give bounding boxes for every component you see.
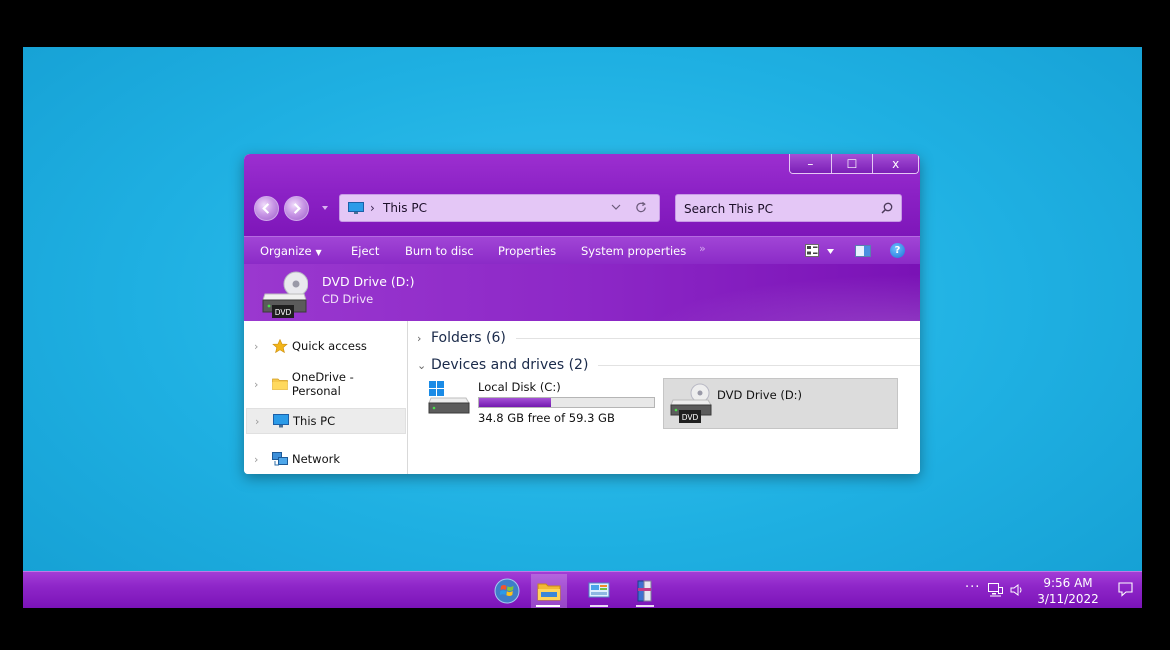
breadcrumb-this-pc[interactable]: This PC [383,201,427,215]
change-view-icon[interactable] [805,244,819,257]
recent-locations-chevron-down-icon[interactable] [321,204,329,212]
running-indicator [590,605,608,607]
eject-button[interactable]: Eject [351,244,379,258]
details-item-name: DVD Drive (D:) [322,274,415,289]
network-status-icon[interactable] [988,583,1003,597]
expand-chevron-icon[interactable]: › [254,453,268,466]
command-bar: Organize ▼ Eject Burn to disc Properties … [244,236,920,264]
computer-icon [348,202,364,214]
dvd-drive-icon: DVD [670,383,712,423]
details-item-type: CD Drive [322,292,374,306]
svg-text:DVD: DVD [682,413,699,422]
navigation-pane: › Quick access › OneDrive - Personal › T… [244,321,408,474]
nav-item-this-pc[interactable]: › This PC [246,408,406,434]
collapsed-chevron-icon[interactable]: › [417,332,431,345]
running-indicator [536,605,560,607]
taskbar: ··· 9:56 AM 3/11/2022 [23,571,1142,608]
nav-label-this-pc: This PC [293,414,336,428]
expand-chevron-icon[interactable]: › [255,415,269,428]
network-icon [272,452,288,466]
taskbar-winrar[interactable] [627,574,663,608]
nav-item-onedrive[interactable]: › OneDrive - Personal [246,370,406,398]
drive-c-name: Local Disk (C:) [478,380,561,394]
burn-to-disc-button[interactable]: Burn to disc [405,244,474,258]
dvd-drive-large-icon: DVD [262,271,308,318]
star-icon [272,339,288,353]
volume-icon[interactable] [1010,583,1024,597]
nav-label-onedrive: OneDrive - Personal [291,370,354,398]
desktop: – ☐ x › This PC Search This PC Organize … [23,47,1142,608]
notification-center-icon[interactable] [1118,582,1133,597]
expand-chevron-icon[interactable]: › [254,340,268,353]
forward-arrow-icon [293,203,301,214]
local-disk-icon [428,381,470,414]
organize-menu[interactable]: Organize ▼ [260,244,322,258]
folder-icon [272,378,288,390]
devices-group-label: Devices and drives (2) [431,357,589,373]
clock-date: 3/11/2022 [1037,592,1099,606]
preview-pane-icon[interactable] [855,245,871,257]
caption-buttons: – ☐ x [789,154,919,174]
archive-app-icon [637,580,652,602]
system-properties-button[interactable]: System properties [581,244,686,258]
properties-button[interactable]: Properties [498,244,556,258]
organize-label: Organize [260,244,312,258]
taskbar-control-panel[interactable] [581,574,617,608]
computer-icon [273,414,289,428]
svg-text:DVD: DVD [275,308,292,317]
maximize-button[interactable]: ☐ [831,154,874,173]
more-commands-button[interactable]: » [699,242,706,255]
details-header: DVD DVD Drive (D:) CD Drive [244,264,920,321]
show-hidden-icons-button[interactable]: ··· [965,580,980,595]
view-options-chevron-down-icon[interactable] [827,249,834,254]
address-bar[interactable]: › This PC [339,194,660,222]
back-button[interactable] [254,196,279,221]
drive-tile-c[interactable]: Local Disk (C:) 34.8 GB free of 59.3 GB [428,378,660,428]
address-chevron-down-icon[interactable] [611,202,621,212]
expand-chevron-icon[interactable]: › [254,378,268,391]
refresh-icon[interactable] [635,201,648,214]
file-explorer-window: – ☐ x › This PC Search This PC Organize … [244,154,920,474]
drive-c-usage-fill [479,398,551,407]
clock-time: 9:56 AM [1043,576,1093,590]
back-arrow-icon [262,203,270,214]
search-box[interactable]: Search This PC [675,194,902,222]
group-divider [598,364,920,366]
drive-c-usage-bar [478,397,655,408]
nav-item-quick-access[interactable]: › Quick access [246,333,406,359]
file-explorer-icon [537,583,561,601]
search-placeholder: Search This PC [684,202,773,216]
drive-c-free-space: 34.8 GB free of 59.3 GB [478,411,615,425]
devices-group-header[interactable]: ⌄ Devices and drives (2) [417,355,920,375]
search-icon[interactable] [881,202,893,214]
taskbar-file-explorer[interactable] [531,574,567,608]
folders-group-header[interactable]: › Folders (6) [417,328,920,348]
control-panel-icon [588,582,610,598]
folders-group-label: Folders (6) [431,330,506,346]
help-icon[interactable]: ? [890,243,905,258]
close-button[interactable]: x [873,154,918,173]
windows-orb-icon [494,578,520,604]
breadcrumb-separator: › [370,201,375,215]
expanded-chevron-icon[interactable]: ⌄ [417,359,431,372]
drive-tile-d[interactable]: DVD DVD Drive (D:) [663,378,898,429]
system-clock[interactable]: 9:56 AM 3/11/2022 [1033,575,1103,607]
nav-label-network: Network [292,452,341,466]
minimize-button[interactable]: – [790,154,832,173]
group-divider [515,337,920,339]
organize-caret-icon: ▼ [315,248,322,257]
running-indicator [636,605,654,607]
nav-item-network[interactable]: › Network [246,446,406,472]
title-bar[interactable]: – ☐ x › This PC Search This PC [244,154,920,236]
drive-d-name: DVD Drive (D:) [717,388,803,402]
forward-button[interactable] [284,196,309,221]
start-button[interactable] [489,574,525,608]
file-list: › Folders (6) ⌄ Devices and drives (2) L… [409,321,920,474]
nav-label-quick-access: Quick access [292,339,367,353]
